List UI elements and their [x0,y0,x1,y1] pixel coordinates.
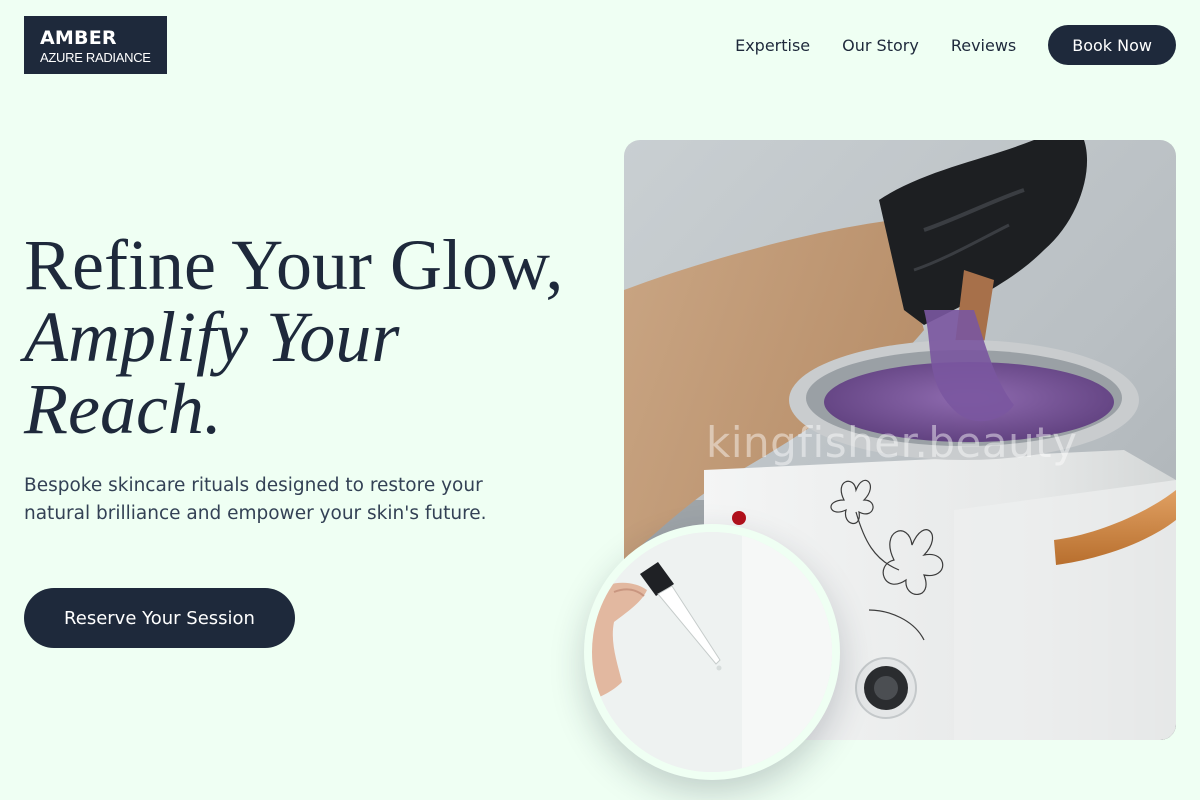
hero-headline: Refine Your Glow, Amplify Your Reach. [24,229,604,445]
headline-accent: Amplify Your Reach. [24,297,400,449]
brand-name: AMBER [40,27,117,49]
reserve-session-button[interactable]: Reserve Your Session [24,588,295,648]
headline-line: Refine Your Glow, [24,225,564,305]
main-nav: Expertise Our Story Reviews Book Now [735,25,1176,65]
brand-logo[interactable]: AMBER AZURE RADIANCE [24,16,167,74]
nav-link-expertise[interactable]: Expertise [735,36,810,55]
nav-link-our-story[interactable]: Our Story [842,36,919,55]
inset-image-serum-dropper [584,524,840,780]
nav-link-reviews[interactable]: Reviews [951,36,1016,55]
hero-description: Bespoke skincare rituals designed to res… [24,475,487,524]
book-now-button[interactable]: Book Now [1048,25,1176,65]
image-watermark: kingfisher.beauty [706,418,1078,467]
brand-tagline: AZURE RADIANCE [40,50,151,65]
inset-image-frame [592,532,832,772]
